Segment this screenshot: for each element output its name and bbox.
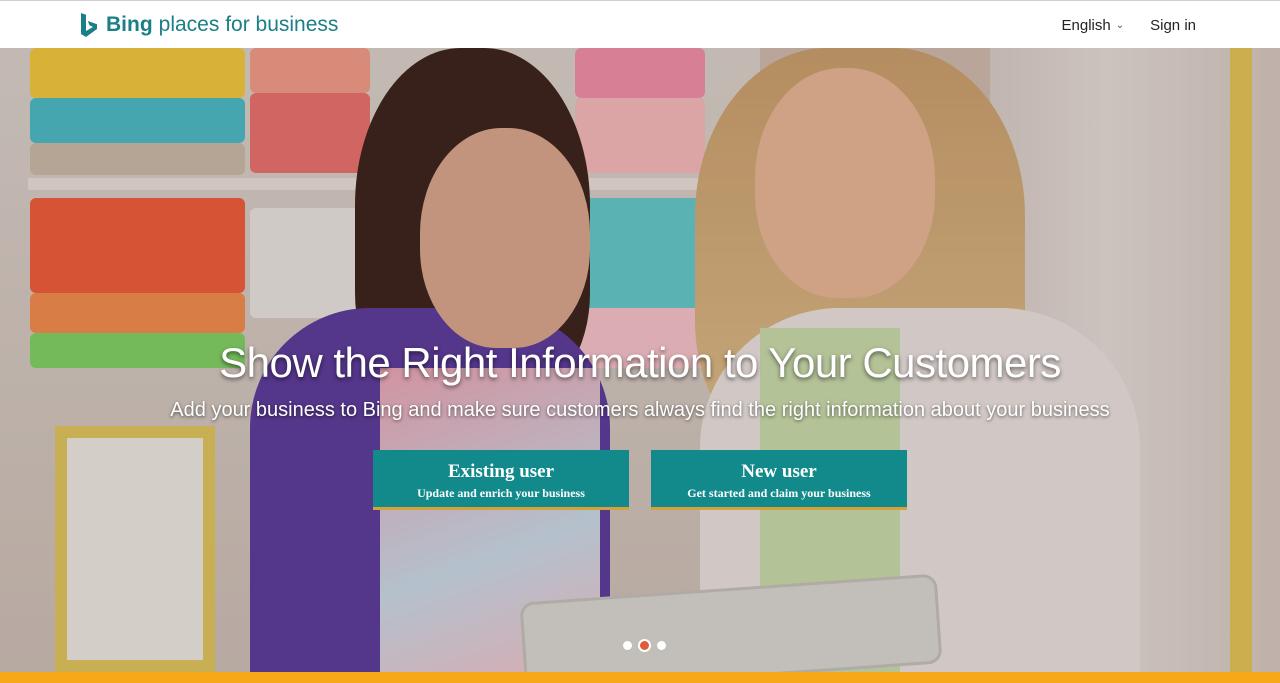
language-selector[interactable]: English ⌄ [1062, 17, 1125, 34]
hero-banner: Show the Right Information to Your Custo… [0, 48, 1280, 672]
language-label: English [1061, 16, 1111, 34]
carousel-indicators [620, 639, 669, 652]
brand-bing: Bing [106, 13, 153, 36]
hero-subheadline: Add your business to Bing and make sure … [170, 399, 1110, 421]
new-user-title: New user [741, 461, 817, 482]
existing-user-subtitle: Update and enrich your business [417, 486, 585, 500]
new-user-subtitle: Get started and claim your business [687, 486, 871, 500]
existing-user-button[interactable]: Existing user Update and enrich your bus… [373, 450, 629, 510]
carousel-dot-3[interactable] [657, 641, 666, 650]
accent-footer-bar [0, 672, 1280, 683]
carousel-dot-1[interactable] [623, 641, 632, 650]
new-user-button[interactable]: New user Get started and claim your busi… [651, 450, 907, 510]
top-header: Bing places for business English ⌄ Sign … [0, 0, 1280, 48]
carousel-dot-2-active[interactable] [638, 639, 651, 652]
existing-user-title: Existing user [447, 461, 555, 482]
brand-tagline: places for business [158, 13, 339, 36]
bing-logo-icon [81, 13, 97, 37]
bing-places-logo[interactable]: Bing places for business [79, 10, 338, 40]
hero-headline: Show the Right Information to Your Custo… [219, 339, 1061, 386]
sign-in-link[interactable]: Sign in [1150, 17, 1196, 34]
header-nav: English ⌄ Sign in [1062, 1, 1196, 49]
chevron-down-icon: ⌄ [1115, 19, 1125, 31]
